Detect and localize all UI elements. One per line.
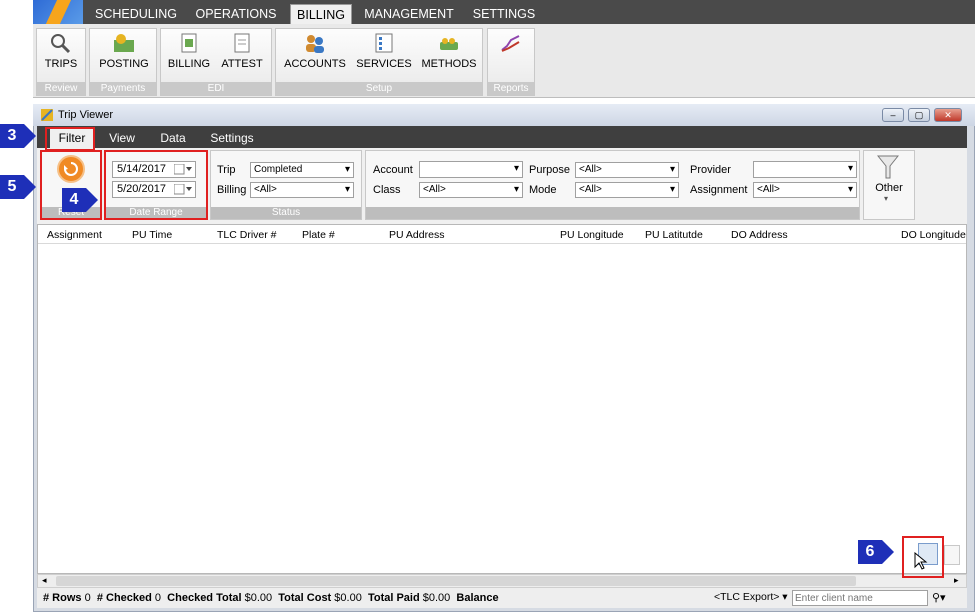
date-range-highlight xyxy=(104,150,208,220)
posting-icon xyxy=(114,34,134,52)
other-label: Other xyxy=(875,182,903,194)
restore-button[interactable]: ▢ xyxy=(908,108,930,122)
scroll-right-icon[interactable]: ▸ xyxy=(954,575,959,586)
attest-button[interactable]: ATTEST xyxy=(218,32,266,74)
tab-view[interactable]: View xyxy=(102,128,142,148)
minimize-button[interactable]: – xyxy=(882,108,904,122)
provider-label: Provider xyxy=(690,164,731,176)
account-select[interactable] xyxy=(419,161,523,178)
app-tab-management[interactable]: MANAGEMENT xyxy=(360,4,458,24)
app-tab-scheduling[interactable]: SCHEDULING xyxy=(90,4,182,24)
column-header[interactable]: PU Longitude xyxy=(560,228,624,242)
tab-data[interactable]: Data xyxy=(152,128,194,148)
callout-badge: 5 xyxy=(0,175,24,199)
accounts-icon xyxy=(306,35,324,53)
purpose-label: Purpose xyxy=(529,164,570,176)
billing-icon xyxy=(181,33,197,53)
chevron-down-icon: ▾ xyxy=(884,194,889,203)
trip-viewer-icon xyxy=(41,109,53,121)
assignment-select[interactable]: <All> xyxy=(753,182,857,198)
callout-arrow-icon xyxy=(882,540,894,564)
column-header[interactable]: TLC Driver # xyxy=(217,228,277,242)
filter-tab-highlight xyxy=(45,127,95,151)
reports-button[interactable] xyxy=(492,32,530,74)
callout-badge: 6 xyxy=(858,540,882,564)
tab-settings[interactable]: Settings xyxy=(204,128,260,148)
services-icon xyxy=(375,33,393,53)
trip-label: Trip xyxy=(217,164,236,176)
column-header[interactable]: Plate # xyxy=(302,228,335,242)
client-search-input[interactable] xyxy=(792,590,928,606)
export-highlight xyxy=(902,536,944,578)
app-tab-operations[interactable]: OPERATIONS xyxy=(190,4,282,24)
trips-icon xyxy=(51,34,71,54)
scroll-left-icon[interactable]: ◂ xyxy=(42,575,47,586)
app-tab-settings[interactable]: SETTINGS xyxy=(466,4,542,24)
status-summary: # Rows 0 # Checked 0 Checked Total $0.00… xyxy=(43,592,499,604)
app-logo xyxy=(33,0,83,24)
billing-status-select[interactable]: <All> xyxy=(250,182,354,198)
funnel-icon xyxy=(877,155,899,179)
callout-arrow-icon xyxy=(86,188,98,212)
column-header[interactable]: Assignment xyxy=(47,228,102,242)
methods-icon xyxy=(440,38,458,50)
export-select[interactable]: <TLC Export> ▾ xyxy=(714,591,788,603)
callout-badge: 4 xyxy=(62,188,86,212)
trip-grid xyxy=(37,224,967,574)
assignment-label: Assignment xyxy=(690,184,748,196)
class-select[interactable]: <All> xyxy=(419,182,523,198)
accounts-button[interactable]: ACCOUNTS xyxy=(282,32,348,74)
grid-header xyxy=(38,226,966,244)
app-tab-billing[interactable]: BILLING xyxy=(290,4,352,24)
methods-button[interactable]: METHODS xyxy=(420,32,478,74)
purpose-select[interactable]: <All> xyxy=(575,162,679,178)
column-header[interactable]: DO Longitude xyxy=(901,228,966,242)
attest-icon xyxy=(234,33,250,53)
window-title: Trip Viewer xyxy=(58,109,114,121)
callout-arrow-icon xyxy=(24,124,36,148)
billing-button[interactable]: BILLING xyxy=(166,32,212,74)
window-titlebar[interactable] xyxy=(33,104,975,126)
scrollbar-thumb[interactable] xyxy=(56,576,856,586)
mode-select[interactable]: <All> xyxy=(575,182,679,198)
class-label: Class xyxy=(373,184,401,196)
close-button[interactable]: ✕ xyxy=(934,108,962,122)
chart-icon xyxy=(501,35,520,52)
mode-label: Mode xyxy=(529,184,557,196)
callout-badge: 3 xyxy=(0,124,24,148)
column-header[interactable]: DO Address xyxy=(731,228,788,242)
provider-select[interactable] xyxy=(753,161,857,178)
column-header[interactable]: PU Latitutde xyxy=(645,228,703,242)
grid-print-button[interactable] xyxy=(944,545,960,565)
trip-status-select[interactable]: Completed xyxy=(250,162,354,178)
posting-button[interactable]: POSTING xyxy=(96,32,152,74)
column-header[interactable]: PU Address xyxy=(389,228,444,242)
billing-label: Billing xyxy=(217,184,247,196)
column-header[interactable]: PU Time xyxy=(132,228,172,242)
account-label: Account xyxy=(373,164,413,176)
callout-arrow-icon xyxy=(24,175,36,199)
search-icon[interactable]: ⚲▾ xyxy=(932,591,946,604)
services-button[interactable]: SERVICES xyxy=(354,32,414,74)
trips-button[interactable]: TRIPS xyxy=(40,32,82,74)
